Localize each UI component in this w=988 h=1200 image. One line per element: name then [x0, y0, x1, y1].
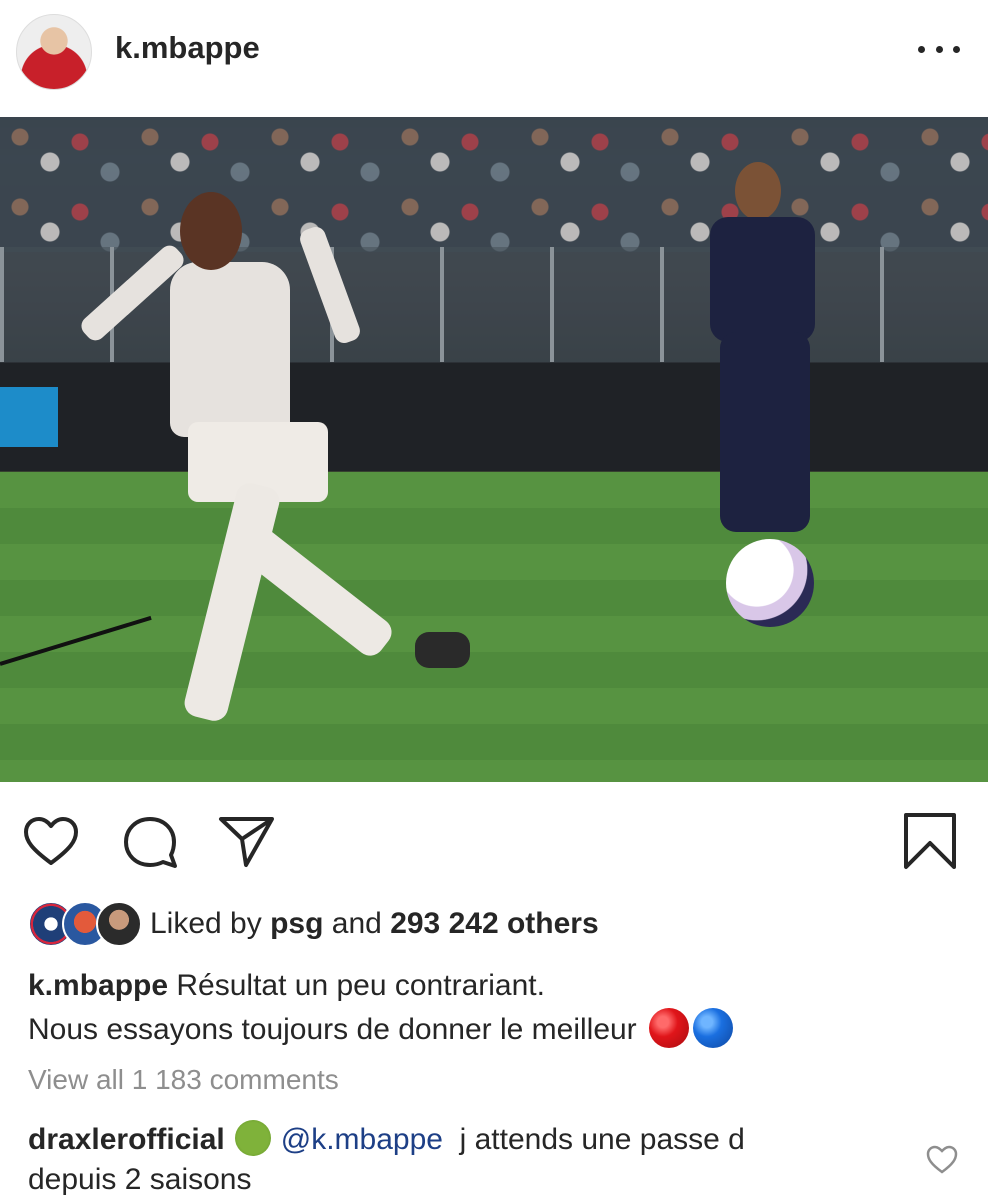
heart-icon[interactable] [22, 813, 80, 871]
comment-author[interactable]: draxlerofficial [28, 1123, 225, 1156]
player-leg-standing [181, 480, 283, 724]
likes-connector: and [331, 907, 382, 940]
more-dot-3 [953, 45, 960, 53]
bookmark-icon[interactable] [898, 809, 962, 873]
more-options-icon[interactable] [918, 38, 960, 60]
caption-author[interactable]: k.mbappe [28, 969, 168, 1002]
likes-row[interactable]: Liked by psg and 293 242 others [28, 900, 968, 948]
instagram-post: k.mbappe Liked by psg and 293 242 others… [0, 0, 988, 1200]
more-dot-1 [918, 45, 925, 53]
red-circle-emoji [648, 1008, 689, 1049]
player-torso [170, 262, 290, 437]
comment-mention[interactable]: @k.mbappe [281, 1123, 443, 1156]
player-head [180, 192, 242, 270]
likes-count[interactable]: 293 242 others [390, 907, 598, 940]
nauseated-face-icon [234, 1120, 271, 1157]
defender-torso [710, 217, 815, 342]
player-arm-right [297, 224, 363, 346]
blue-circle-emoji [692, 1008, 733, 1049]
profile-avatar[interactable] [16, 14, 92, 90]
comment-text-line-1: j attends une passe d [459, 1123, 745, 1156]
player-boot [415, 632, 470, 668]
defender-head [735, 162, 781, 220]
photo-player [60, 192, 470, 732]
post-header: k.mbappe [0, 0, 988, 115]
photo-defender [680, 162, 860, 562]
caption-line-2: Nous essayons toujours de donner le meil… [28, 1013, 637, 1046]
soccer-ball [726, 539, 814, 627]
likes-prefix: Liked by [150, 907, 262, 940]
likes-user[interactable]: psg [270, 907, 323, 940]
liker-avatars [28, 901, 142, 947]
photo-ad-board-left [0, 387, 58, 447]
paper-plane-icon[interactable] [218, 813, 276, 871]
comment-heart-icon[interactable] [926, 1145, 958, 1175]
comment-bubble-icon[interactable] [121, 813, 179, 871]
post-actions [0, 785, 988, 895]
liker-avatar-3 [96, 901, 142, 947]
comment-text-line-2: depuis 2 saisons [28, 1163, 252, 1196]
more-dot-2 [935, 45, 943, 53]
likes-text: Liked by psg and 293 242 others [150, 907, 599, 941]
post-caption: k.mbappe Résultat un peu contrariant. No… [28, 964, 968, 1052]
view-all-comments-link[interactable]: View all 1 183 comments [28, 1064, 339, 1096]
caption-line-1: Résultat un peu contrariant. [176, 969, 545, 1002]
comment-item: draxlerofficial @k.mbappe j attends une p… [28, 1120, 908, 1200]
post-photo[interactable] [0, 117, 988, 782]
defender-legs [720, 332, 810, 532]
post-username[interactable]: k.mbappe [115, 30, 260, 66]
